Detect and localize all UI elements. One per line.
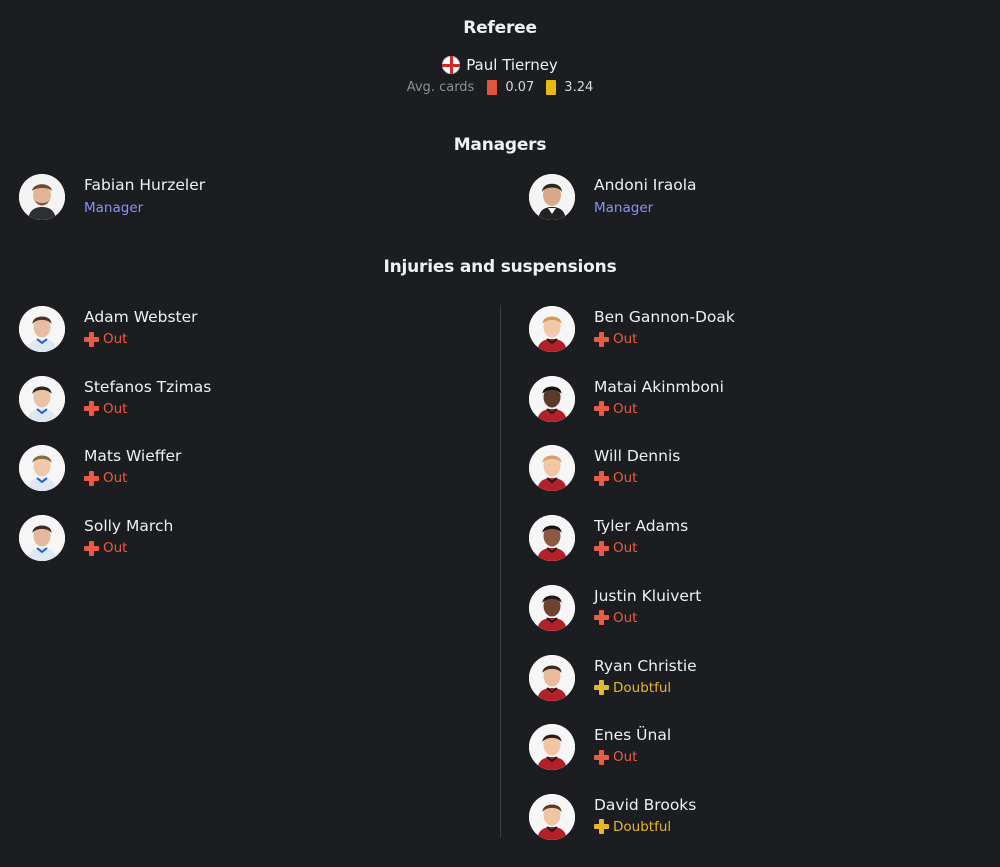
injured-player[interactable]: Matai Akinmboni Out: [529, 375, 724, 422]
player-status: Doubtful: [594, 818, 696, 836]
player-status: Out: [84, 330, 198, 348]
out-cross-icon: [594, 331, 609, 347]
injured-player[interactable]: David Brooks Doubtful: [529, 793, 697, 840]
player-status: Out: [594, 330, 735, 348]
doubtful-cross-icon: [594, 819, 609, 835]
england-flag-icon: [442, 56, 461, 74]
player-status: Out: [594, 469, 680, 487]
injured-player[interactable]: Tyler Adams Out: [529, 515, 689, 562]
status-label: Doubtful: [613, 679, 672, 696]
red-cards-value: 0.07: [505, 80, 535, 95]
injured-player[interactable]: Ben Gannon-Doak Out: [529, 306, 735, 352]
status-label: Out: [103, 331, 128, 347]
status-label: Out: [613, 400, 638, 417]
doubtful-cross-icon: [594, 680, 609, 695]
player-status: Out: [594, 400, 724, 418]
player-status: Out: [84, 400, 211, 418]
out-cross-icon: [594, 470, 609, 486]
avatar: [19, 306, 65, 352]
status-label: Out: [613, 540, 638, 557]
injured-player[interactable]: Will Dennis Out: [529, 445, 681, 492]
avatar: [19, 174, 65, 220]
player-name: Will Dennis: [594, 447, 681, 466]
injured-player[interactable]: Enes Ünal Out: [529, 724, 672, 771]
avatar: [529, 306, 575, 352]
out-cross-icon: [594, 610, 609, 626]
out-cross-icon: [84, 401, 99, 417]
injured-player[interactable]: Ryan Christie Doubtful: [529, 654, 697, 701]
player-status: Out: [84, 469, 181, 487]
referee-avg-cards: Avg. cards 0.07 3.24: [0, 80, 1000, 95]
player-name: Stefanos Tzimas: [84, 377, 212, 396]
player-name: Mats Wieffer: [84, 447, 182, 466]
status-label: Out: [613, 470, 638, 487]
player-name: Ben Gannon-Doak: [594, 308, 735, 326]
status-label: Doubtful: [613, 818, 672, 835]
avatar: [529, 445, 575, 492]
status-label: Out: [103, 400, 128, 417]
out-cross-icon: [594, 540, 609, 556]
yellow-cards-value: 3.24: [564, 80, 594, 95]
player-status: Out: [84, 539, 173, 557]
manager-home[interactable]: Fabian Hurzeler Manager: [19, 174, 205, 220]
out-cross-icon: [84, 540, 99, 556]
column-divider: [500, 305, 501, 838]
avatar: [529, 375, 575, 422]
status-label: Out: [103, 540, 128, 557]
manager-away[interactable]: Andoni Iraola Manager: [529, 174, 697, 220]
avatar: [529, 654, 575, 701]
player-status: Out: [594, 748, 671, 766]
player-status: Out: [594, 609, 701, 627]
out-cross-icon: [594, 749, 609, 765]
status-label: Out: [613, 609, 638, 626]
injuries-section-title: Injuries and suspensions: [383, 257, 617, 277]
yellow-card-icon: [546, 80, 557, 95]
manager-role: Manager: [594, 200, 654, 216]
avatar: [529, 793, 575, 840]
managers-section-title: Managers: [453, 135, 547, 155]
player-name: Matai Akinmboni: [594, 377, 724, 396]
status-label: Out: [613, 749, 638, 766]
avatar: [529, 584, 575, 631]
avatar: [529, 515, 575, 562]
player-name: Solly March: [84, 517, 174, 536]
avg-cards-label: Avg. cards: [406, 80, 475, 95]
avatar: [19, 375, 65, 422]
avatar: [19, 445, 65, 492]
referee-section-title: Referee: [463, 18, 537, 38]
status-label: Out: [613, 331, 638, 347]
manager-name: Fabian Hurzeler: [84, 176, 206, 194]
injured-player[interactable]: Adam Webster Out: [19, 306, 198, 352]
player-name: Adam Webster: [84, 308, 198, 326]
injured-player[interactable]: Mats Wieffer Out: [19, 445, 182, 492]
injured-player[interactable]: Justin Kluivert Out: [529, 584, 702, 631]
injured-player[interactable]: Stefanos Tzimas Out: [19, 375, 212, 422]
player-name: Ryan Christie: [594, 656, 697, 675]
manager-name: Andoni Iraola: [594, 176, 697, 194]
player-name: David Brooks: [594, 795, 697, 814]
avatar: [19, 515, 65, 562]
player-name: Enes Ünal: [594, 726, 672, 745]
referee-name[interactable]: Paul Tierney: [466, 56, 558, 74]
player-name: Tyler Adams: [594, 517, 689, 536]
injured-player[interactable]: Solly March Out: [19, 515, 174, 562]
status-label: Out: [103, 470, 128, 487]
player-name: Justin Kluivert: [594, 586, 702, 605]
out-cross-icon: [84, 331, 99, 347]
avatar: [529, 724, 575, 771]
referee-row: Paul Tierney: [0, 56, 1000, 74]
manager-role: Manager: [84, 200, 144, 216]
out-cross-icon: [84, 470, 99, 486]
out-cross-icon: [594, 401, 609, 417]
player-status: Out: [594, 539, 688, 557]
avatar: [529, 174, 575, 220]
red-card-icon: [487, 80, 498, 95]
player-status: Doubtful: [594, 679, 697, 697]
